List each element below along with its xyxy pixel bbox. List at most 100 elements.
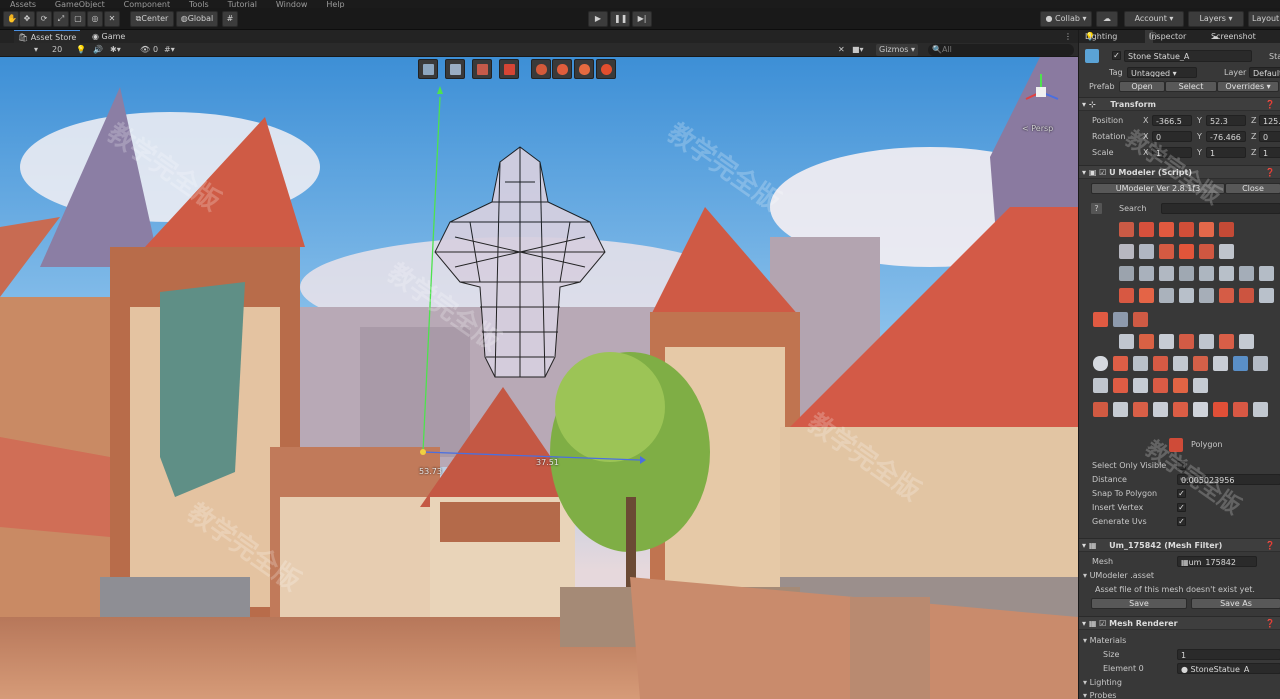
tool-uv-icon[interactable] — [1159, 334, 1174, 349]
scene-viewport[interactable]: 53.73 37.51 < Persp 教学完全版 教学完全版 教学完全版 教学… — [0, 57, 1078, 699]
help-icon[interactable]: ? — [1091, 203, 1102, 214]
insert-vertex-checkbox[interactable]: ✓ — [1177, 503, 1186, 512]
tool-quadrify-icon[interactable] — [1133, 402, 1148, 417]
static-toggle[interactable]: Sta — [1269, 50, 1280, 63]
tool-align-icon[interactable] — [1113, 378, 1128, 393]
tool-circle-icon[interactable] — [1179, 244, 1194, 259]
tool-merge-icon[interactable] — [1259, 288, 1274, 303]
mesh-filter-header[interactable]: ▾ ▦ Um_175842 (Mesh Filter) ❓ — [1079, 538, 1280, 552]
shrink-select-tool[interactable] — [596, 59, 616, 79]
select-object-tool[interactable] — [499, 59, 519, 79]
scale-x-field[interactable]: 1 — [1152, 147, 1192, 158]
tool-paint-icon[interactable] — [1139, 334, 1154, 349]
position-x-field[interactable]: -366.5 — [1152, 115, 1192, 126]
umodeler-version-button[interactable]: UModeler Ver 2.8.1f3 — [1091, 183, 1225, 194]
tool-brush-icon[interactable] — [1119, 334, 1134, 349]
umodeler-close-button[interactable]: Close — [1225, 183, 1280, 194]
tool-separate-icon[interactable] — [1193, 402, 1208, 417]
element0-field[interactable]: ● StoneStatue_A — [1177, 663, 1280, 674]
camera-icon[interactable]: ■▾ — [852, 44, 864, 56]
tool-bend-icon[interactable] — [1133, 356, 1148, 371]
position-y-field[interactable]: 52.3 — [1206, 115, 1246, 126]
tool-ring-icon[interactable] — [1093, 356, 1108, 371]
hand-tool-button[interactable]: ✋ — [3, 11, 19, 27]
rotation-x-field[interactable]: 0 — [1152, 131, 1192, 142]
probes-row[interactable]: ▾ Probes — [1079, 689, 1280, 699]
help-icon[interactable]: ❓ — [1265, 166, 1275, 178]
rotation-z-field[interactable]: 0 — [1259, 131, 1280, 142]
save-as-asset-button[interactable]: Save As — [1191, 598, 1280, 609]
help-icon[interactable]: ❓ — [1265, 539, 1275, 551]
tool-cube-icon[interactable] — [1119, 222, 1134, 237]
tool-torus-icon[interactable] — [1219, 222, 1234, 237]
pivot-center-button[interactable]: ⧉Center — [130, 11, 174, 27]
tool-mirror-icon[interactable] — [1219, 288, 1234, 303]
tool-flip-icon[interactable] — [1239, 288, 1254, 303]
tool-material-icon[interactable] — [1179, 334, 1194, 349]
lighting-row[interactable]: ▾ Lighting — [1079, 676, 1280, 689]
object-name-field[interactable]: Stone Statue_A — [1124, 50, 1252, 62]
help-icon[interactable]: ❓ — [1265, 617, 1275, 629]
tool-bridge-icon[interactable] — [1179, 288, 1194, 303]
tool-sphere-icon[interactable] — [1139, 222, 1154, 237]
active-checkbox[interactable]: ✓ — [1112, 51, 1121, 60]
tool-box-icon[interactable] — [1119, 266, 1134, 281]
select-only-visible-checkbox[interactable] — [1177, 461, 1186, 470]
tool-export-icon[interactable] — [1253, 402, 1268, 417]
grid-toggle-icon[interactable]: #▾ — [164, 44, 175, 56]
tool-grid-icon[interactable] — [1113, 312, 1128, 327]
tool-cone2-icon[interactable] — [1199, 266, 1214, 281]
step-button[interactable]: ▶| — [632, 11, 652, 27]
select-vertex-tool[interactable] — [418, 59, 438, 79]
distance-field[interactable]: 0.005023956 — [1177, 474, 1280, 485]
tool-snap-icon[interactable] — [1093, 378, 1108, 393]
tool-detach-icon[interactable] — [1213, 402, 1228, 417]
umodeler-header[interactable]: ▾ ▣ ☑ U Modeler (Script) ❓ — [1079, 165, 1280, 179]
tool-arc-icon[interactable] — [1159, 244, 1174, 259]
effects-toggle-icon[interactable]: ✱▾ — [110, 44, 121, 56]
select-edge-tool[interactable] — [445, 59, 465, 79]
move-tool-button[interactable]: ✥ — [19, 11, 35, 27]
tab-menu-button[interactable]: ⋮ — [1064, 30, 1072, 43]
tool-fill-icon[interactable] — [1199, 288, 1214, 303]
prefab-open-button[interactable]: Open — [1119, 81, 1165, 92]
scale-y-field[interactable]: 1 — [1206, 147, 1246, 158]
draw-mode-dropdown[interactable]: ▾ — [34, 44, 38, 56]
tool-extrude-icon[interactable] — [1119, 288, 1134, 303]
tab-game[interactable]: ◉ Game — [88, 30, 129, 43]
layer-dropdown[interactable]: Default — [1249, 67, 1280, 78]
tool-slice-icon[interactable] — [1133, 312, 1148, 327]
materials-size-field[interactable]: 1 — [1177, 649, 1280, 660]
account-dropdown[interactable]: Account ▾ — [1124, 11, 1184, 27]
rotate-tool-button[interactable]: ⟳ — [36, 11, 52, 27]
tool-plane-icon[interactable] — [1159, 222, 1174, 237]
pause-button[interactable]: ❚❚ — [610, 11, 630, 27]
tool-array-icon[interactable] — [1153, 378, 1168, 393]
zoom-field[interactable]: 20 — [52, 44, 62, 56]
tool-bevel-icon[interactable] — [1159, 288, 1174, 303]
ring-select-tool[interactable] — [552, 59, 572, 79]
tool-stairs-icon[interactable] — [1159, 266, 1174, 281]
hidden-objects-icon[interactable]: 👁 — [140, 44, 150, 56]
tool-lattice-icon[interactable] — [1193, 356, 1208, 371]
tool-cylinder-icon[interactable] — [1179, 222, 1194, 237]
tool-boolean-icon[interactable] — [1233, 356, 1248, 371]
persp-label[interactable]: < Persp — [1022, 124, 1053, 133]
tool-capsule-icon[interactable] — [1239, 266, 1254, 281]
tool-cut-icon[interactable] — [1219, 334, 1234, 349]
scale-z-field[interactable]: 1 — [1259, 147, 1280, 158]
help-icon[interactable]: ❓ — [1265, 98, 1275, 110]
gizmos-dropdown[interactable]: Gizmos ▾ — [876, 44, 919, 56]
tool-noise-icon[interactable] — [1173, 356, 1188, 371]
tab-inspector[interactable]: ⓘ Inspector — [1145, 30, 1186, 43]
custom-tool-button[interactable]: ✕ — [104, 11, 120, 27]
tool-line-icon[interactable] — [1119, 244, 1134, 259]
tool-triangulate-icon[interactable] — [1113, 402, 1128, 417]
save-asset-button[interactable]: Save — [1091, 598, 1187, 609]
tool-collapse-icon[interactable] — [1153, 402, 1168, 417]
rect-tool-button[interactable]: ▢ — [70, 11, 86, 27]
snap-to-polygon-checkbox[interactable]: ✓ — [1177, 489, 1186, 498]
tool-distribute-icon[interactable] — [1133, 378, 1148, 393]
cloud-button[interactable]: ☁ — [1096, 11, 1118, 27]
tool-sphere2-icon[interactable] — [1219, 266, 1234, 281]
